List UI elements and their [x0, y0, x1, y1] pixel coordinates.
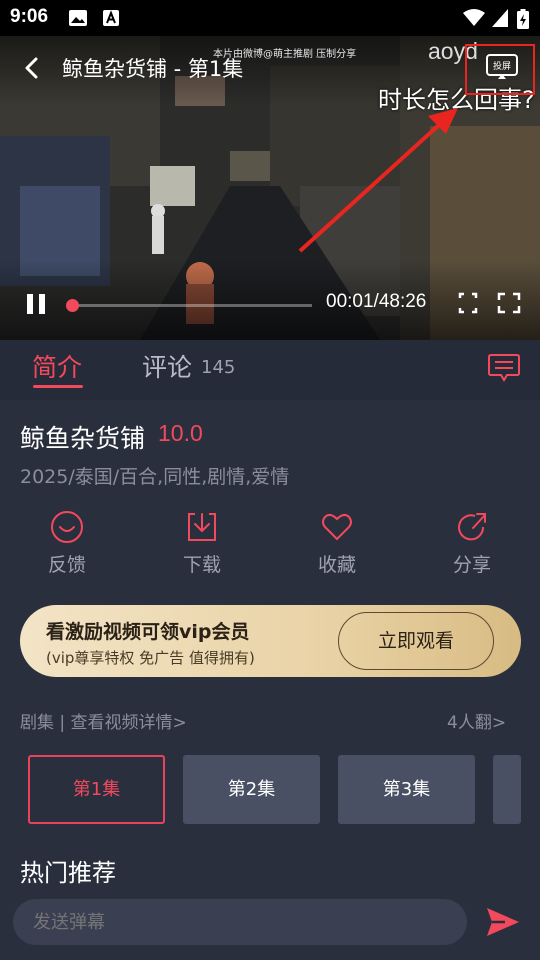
intro-panel: 鲸鱼杂货铺 10.0 2025/泰国/百合,同性,剧情,爱情 反馈 下载 收藏 … [0, 400, 540, 960]
share-label: 分享 [452, 554, 491, 576]
font-icon [103, 10, 119, 26]
pause-button[interactable] [24, 292, 48, 316]
share-button[interactable]: 分享 [424, 510, 520, 577]
episode-2-button[interactable]: 第2集 [183, 755, 320, 824]
send-icon[interactable] [485, 906, 521, 938]
favorite-label: 收藏 [317, 554, 356, 576]
heart-icon [322, 513, 352, 541]
status-bar: 9:06 [0, 0, 540, 36]
feedback-icon [51, 511, 83, 543]
favorite-button[interactable]: 收藏 [289, 510, 385, 577]
status-time: 9:06 [10, 6, 49, 27]
progress-bar[interactable] [66, 299, 312, 312]
show-title: 鲸鱼杂货铺 [20, 424, 146, 453]
tab-intro[interactable]: 简介 [32, 348, 82, 384]
comments-count: 145 [201, 357, 236, 378]
translators-link[interactable]: 4人翻> [447, 708, 506, 733]
vip-subtitle: (vip尊享特权 免广告 值得拥有) [46, 649, 255, 667]
tab-bar: 简介 评论 145 [0, 340, 540, 400]
time-display: 00:01/48:26 [326, 291, 427, 312]
tab-underline [33, 385, 83, 388]
download-label: 下载 [182, 554, 221, 576]
battery-icon [517, 9, 529, 29]
danmaku-toggle-icon[interactable] [487, 352, 521, 384]
show-meta: 2025/泰国/百合,同性,剧情,爱情 [20, 466, 290, 488]
episode-4-button-partial[interactable] [493, 755, 521, 824]
feedback-label: 反馈 [47, 554, 86, 576]
wifi-icon [463, 9, 485, 26]
vip-title: 看激励视频可领vip会员 [46, 621, 250, 643]
watch-now-button[interactable]: 立即观看 [338, 612, 494, 670]
cast-label: 投屏 [493, 60, 511, 72]
gallery-icon [69, 10, 87, 26]
feedback-button[interactable]: 反馈 [19, 510, 115, 577]
video-player[interactable]: 鲸鱼杂货铺 - 第1集 本片由微博@萌主推剧 压制分享 aoyd 时长怎么回事?… [0, 36, 540, 340]
back-arrow-icon[interactable] [18, 54, 46, 82]
share-icon [458, 513, 486, 541]
vip-banner[interactable]: 看激励视频可领vip会员 (vip尊享特权 免广告 值得拥有) 立即观看 [20, 605, 521, 677]
tab-comments[interactable]: 评论 [142, 348, 192, 384]
fit-screen-icon[interactable] [458, 292, 478, 314]
episode-1-button[interactable]: 第1集 [28, 755, 165, 824]
watermark-text: 本片由微博@萌主推剧 压制分享 [213, 49, 357, 60]
episode-3-button[interactable]: 第3集 [338, 755, 475, 824]
fullscreen-icon[interactable] [497, 292, 521, 314]
signal-icon [492, 9, 508, 27]
cast-button[interactable]: 投屏 [486, 54, 518, 80]
danmaku-input-bar[interactable] [13, 899, 467, 945]
episodes-details-link[interactable]: 剧集 | 查看视频详情> [20, 708, 187, 733]
progress-knob[interactable] [66, 299, 79, 312]
download-icon [188, 513, 216, 541]
show-score: 10.0 [158, 420, 203, 446]
download-button[interactable]: 下载 [154, 510, 250, 577]
danmaku-input[interactable] [33, 912, 433, 933]
hot-recommend-title: 热门推荐 [20, 859, 116, 887]
